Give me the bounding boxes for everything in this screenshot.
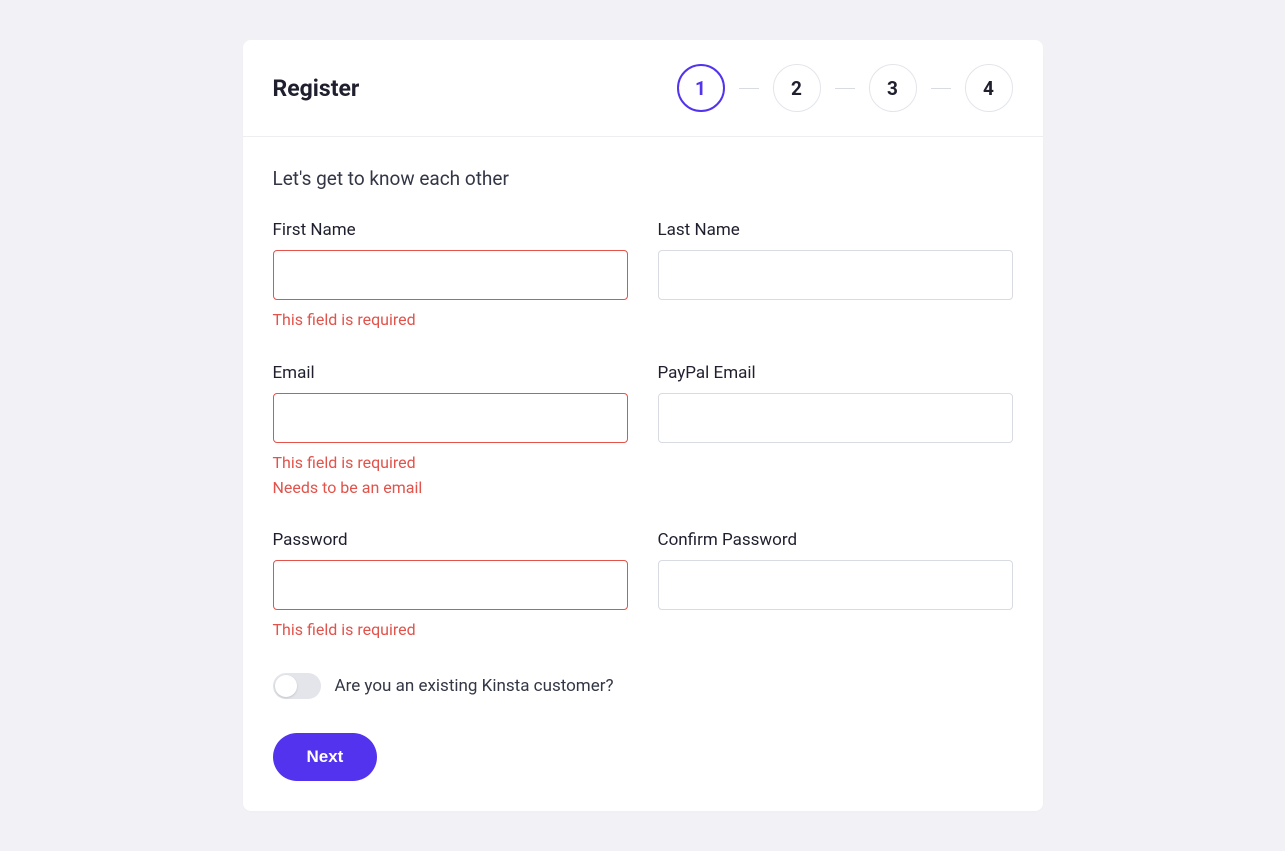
card-header: Register 1 2 3 4: [243, 40, 1043, 137]
card-body: Let's get to know each other First Name …: [243, 137, 1043, 811]
register-card: Register 1 2 3 4 Let's get to know each …: [243, 40, 1043, 811]
subtitle: Let's get to know each other: [273, 167, 1013, 190]
email-error: This field is required Needs to be an em…: [273, 451, 628, 501]
existing-customer-label: Are you an existing Kinsta customer?: [335, 676, 614, 696]
email-error-line-2: Needs to be an email: [273, 476, 628, 501]
row-name: First Name This field is required Last N…: [273, 220, 1013, 333]
step-separator: [835, 88, 855, 89]
confirm-password-input[interactable]: [658, 560, 1013, 610]
field-first-name: First Name This field is required: [273, 220, 628, 333]
step-separator: [931, 88, 951, 89]
confirm-password-label: Confirm Password: [658, 530, 1013, 550]
existing-customer-toggle[interactable]: [273, 673, 321, 699]
first-name-error: This field is required: [273, 308, 628, 333]
field-last-name: Last Name: [658, 220, 1013, 333]
next-button[interactable]: Next: [273, 733, 378, 781]
email-input[interactable]: [273, 393, 628, 443]
password-input[interactable]: [273, 560, 628, 610]
step-4[interactable]: 4: [965, 64, 1013, 112]
step-1[interactable]: 1: [677, 64, 725, 112]
last-name-input[interactable]: [658, 250, 1013, 300]
field-email: Email This field is required Needs to be…: [273, 363, 628, 501]
email-error-line-1: This field is required: [273, 451, 628, 476]
field-paypal-email: PayPal Email: [658, 363, 1013, 501]
step-separator: [739, 88, 759, 89]
email-label: Email: [273, 363, 628, 383]
paypal-email-input[interactable]: [658, 393, 1013, 443]
step-3[interactable]: 3: [869, 64, 917, 112]
existing-customer-row: Are you an existing Kinsta customer?: [273, 673, 1013, 699]
field-password: Password This field is required: [273, 530, 628, 643]
last-name-label: Last Name: [658, 220, 1013, 240]
row-email: Email This field is required Needs to be…: [273, 363, 1013, 501]
first-name-label: First Name: [273, 220, 628, 240]
field-confirm-password: Confirm Password: [658, 530, 1013, 643]
paypal-email-label: PayPal Email: [658, 363, 1013, 383]
page-title: Register: [273, 75, 360, 102]
toggle-knob: [275, 675, 297, 697]
step-2[interactable]: 2: [773, 64, 821, 112]
password-error: This field is required: [273, 618, 628, 643]
stepper: 1 2 3 4: [677, 64, 1013, 112]
first-name-input[interactable]: [273, 250, 628, 300]
password-label: Password: [273, 530, 628, 550]
row-password: Password This field is required Confirm …: [273, 530, 1013, 643]
